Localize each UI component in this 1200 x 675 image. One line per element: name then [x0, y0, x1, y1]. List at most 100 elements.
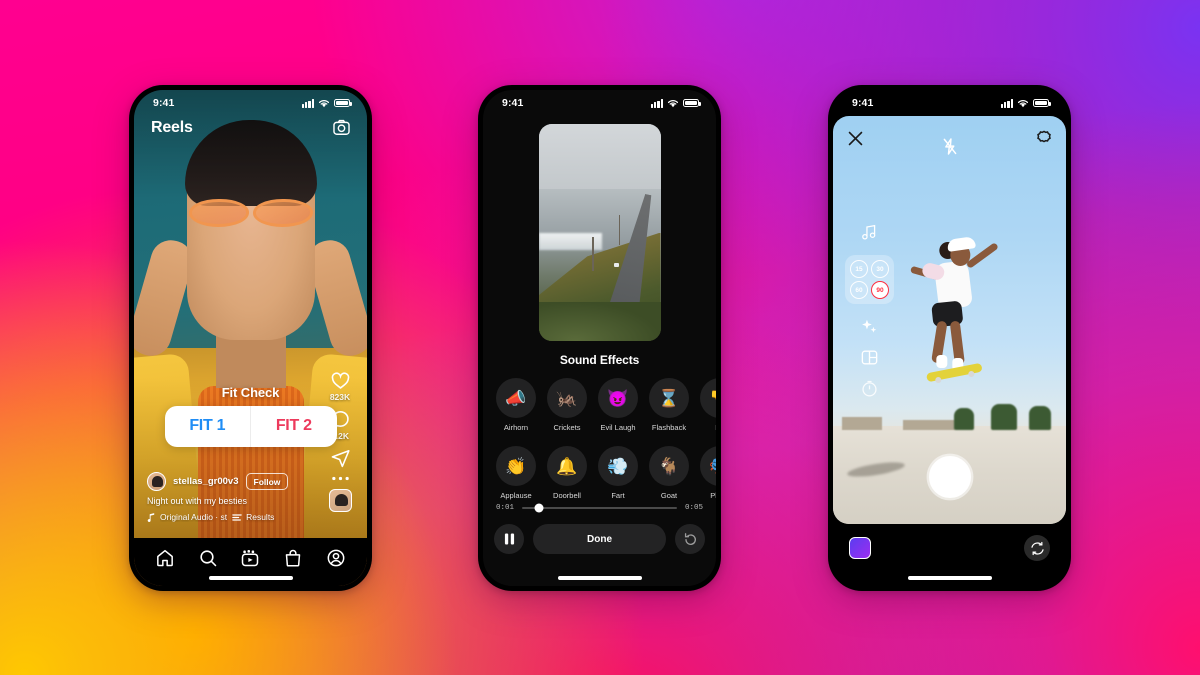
undo-button[interactable] — [675, 524, 705, 554]
flash-button[interactable] — [942, 138, 957, 155]
poll-sticker: Fit Check FIT 1 FIT 2 — [164, 385, 337, 447]
home-indicator — [208, 576, 293, 580]
effects-row-2: 👏 Applause 🔔 Doorbell 💨 Fart 🐐 Goat 🎭 — [496, 446, 716, 500]
current-time: 0:01 — [496, 504, 515, 512]
caption: Night out with my besties — [147, 496, 248, 506]
duration-option-60[interactable]: 60 — [850, 281, 868, 299]
audio-avatar[interactable] — [328, 489, 352, 512]
status-time: 9:41 — [852, 97, 874, 109]
applause-icon: 👏 — [496, 446, 536, 486]
results-icon — [232, 513, 242, 521]
timer-tool-button[interactable] — [861, 380, 878, 397]
crickets-icon: 🦗 — [547, 378, 587, 418]
fart-icon: 💨 — [598, 446, 638, 486]
timeline-track[interactable] — [522, 503, 677, 513]
sound-effects-screen: 9:41 Sound Effects 📣 Airhorn 🦗 Crickets … — [483, 90, 716, 586]
editor-controls: Done — [494, 524, 705, 554]
audio-label[interactable]: Original Audio · st — [160, 512, 227, 522]
page-title: Reels — [151, 119, 193, 136]
sound-effect-item[interactable]: 👏 Applause — [496, 446, 536, 500]
home-indicator — [907, 576, 992, 580]
follow-button[interactable]: Follow — [245, 473, 289, 490]
shutter-button[interactable] — [928, 456, 971, 498]
status-bar: 9:41 — [134, 90, 367, 116]
sound-effect-item[interactable]: 🦗 Crickets — [547, 378, 587, 432]
tab-reels[interactable] — [240, 548, 260, 568]
sound-effect-item[interactable]: 🐐 Goat — [649, 446, 689, 500]
duration-option-15[interactable]: 15 — [850, 260, 868, 278]
duration-option-30[interactable]: 30 — [871, 260, 889, 278]
results-label: Results — [246, 512, 275, 522]
layout-tool-button[interactable] — [861, 349, 878, 366]
close-icon — [848, 131, 863, 145]
more-options-icon[interactable] — [331, 475, 350, 482]
timeline-scrubber[interactable]: 0:01 0:05 — [496, 503, 703, 513]
pause-button[interactable] — [494, 524, 524, 554]
effect-label: Fart — [611, 491, 625, 500]
sound-effect-item[interactable]: 💨 Fart — [598, 446, 638, 500]
effect-label: Doorbell — [553, 491, 581, 500]
sound-effect-item[interactable]: 👎 No — [700, 378, 716, 432]
wifi-icon — [318, 99, 330, 107]
shop-icon — [285, 549, 301, 567]
settings-button[interactable] — [1036, 130, 1052, 146]
effects-icon — [862, 319, 877, 333]
sound-effect-item[interactable]: 🔔 Doorbell — [547, 446, 587, 500]
skateboarder-subject — [906, 222, 1010, 398]
timeline-playhead[interactable] — [534, 503, 544, 513]
poll-results-button[interactable]: Results — [232, 512, 274, 522]
effect-label: Applause — [500, 491, 532, 500]
status-bar: 9:41 — [833, 90, 1066, 116]
evil-laugh-icon: 😈 — [598, 378, 638, 418]
video-preview[interactable] — [538, 124, 661, 341]
layout-icon — [861, 350, 878, 365]
sound-effect-item[interactable]: 😈 Evil Laugh — [598, 378, 638, 432]
signal-icon — [650, 98, 663, 108]
poll-question: Fit Check — [221, 385, 280, 400]
phone-reels-feed: 9:41 Reels Fit Check FIT 1 FIT 2 823K 1.… — [129, 85, 372, 591]
battery-icon — [334, 98, 352, 108]
timer-icon — [862, 380, 877, 397]
gallery-thumbnail[interactable] — [849, 537, 871, 559]
music-icon — [862, 224, 876, 240]
camera-screen: 9:41 15 30 60 90 — [833, 90, 1066, 586]
done-button[interactable]: Done — [533, 524, 666, 554]
poll-option-b[interactable]: FIT 2 — [251, 406, 337, 447]
camera-icon[interactable] — [332, 118, 351, 137]
duration-selector: 15 30 60 90 — [845, 255, 894, 304]
username[interactable]: stellas_gr00v3 — [173, 476, 239, 487]
effect-label: Plot T — [710, 491, 716, 500]
avatar[interactable] — [147, 472, 166, 491]
sound-effect-item[interactable]: 🎭 Plot T — [700, 446, 716, 500]
tab-search[interactable] — [198, 548, 218, 568]
camera-tools: 15 30 60 90 — [845, 224, 894, 397]
camera-flip-icon — [1030, 541, 1044, 555]
panel-title: Sound Effects — [559, 353, 640, 367]
tab-profile[interactable] — [326, 548, 346, 568]
home-indicator — [557, 576, 642, 580]
camera-flip-button[interactable] — [1024, 535, 1050, 561]
settings-icon — [1037, 130, 1051, 143]
close-button[interactable] — [847, 130, 864, 147]
total-time: 0:05 — [684, 504, 703, 512]
battery-icon — [683, 98, 701, 108]
effects-row-1: 📣 Airhorn 🦗 Crickets 😈 Evil Laugh ⌛ Flas… — [496, 378, 716, 432]
signal-icon — [301, 98, 314, 108]
battery-icon — [1033, 98, 1051, 108]
no-icon: 👎 — [700, 378, 716, 418]
sound-effect-item[interactable]: ⌛ Flashback — [649, 378, 689, 432]
share-action[interactable] — [330, 448, 351, 469]
effects-tool-button[interactable] — [861, 318, 878, 335]
sound-effect-item[interactable]: 📣 Airhorn — [496, 378, 536, 432]
poll-option-a[interactable]: FIT 1 — [165, 406, 251, 447]
share-icon — [331, 450, 350, 468]
effect-label: No — [715, 423, 716, 432]
tab-shop[interactable] — [283, 548, 303, 568]
phone-sound-effects: 9:41 Sound Effects 📣 Airhorn 🦗 Crickets … — [478, 85, 721, 591]
post-meta: stellas_gr00v3 Follow Night out with my … — [147, 472, 323, 522]
audio-tool-button[interactable] — [861, 224, 878, 241]
status-bar: 9:41 — [483, 90, 716, 116]
duration-option-90[interactable]: 90 — [871, 281, 889, 299]
music-note-icon — [147, 512, 155, 522]
tab-home[interactable] — [155, 548, 175, 568]
